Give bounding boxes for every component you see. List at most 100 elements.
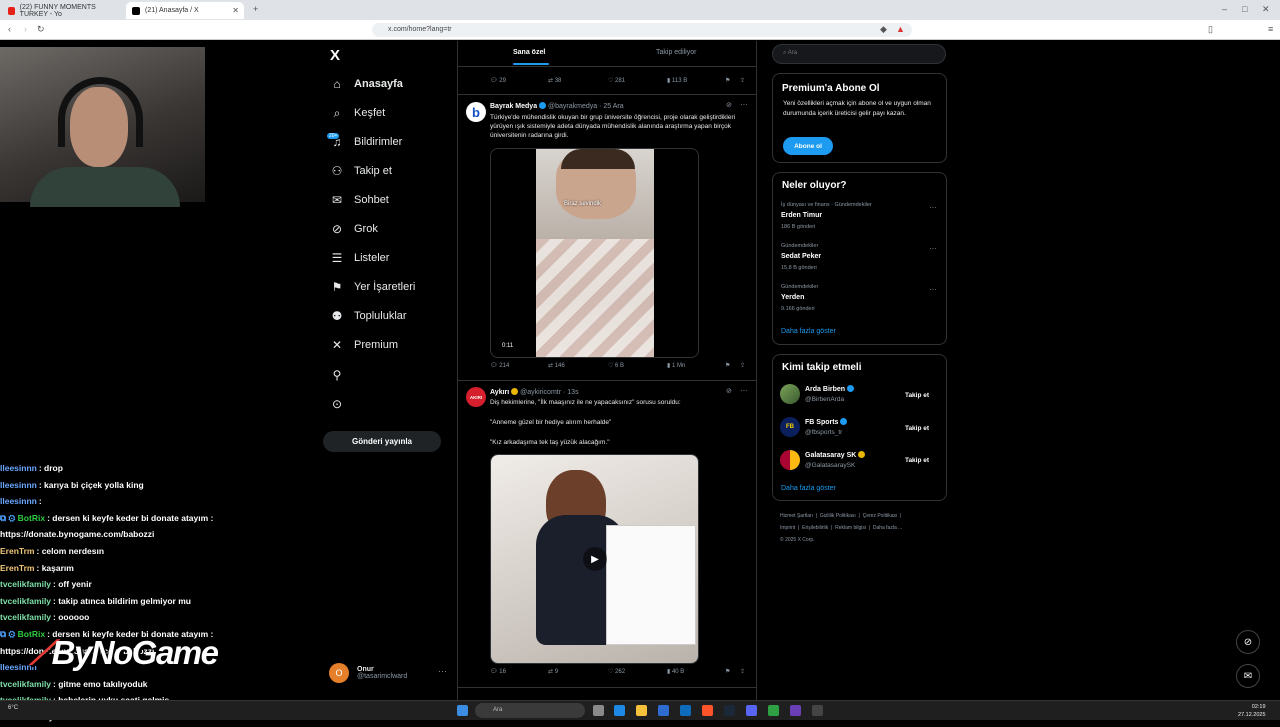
more-dots-icon[interactable]: ··· [438,666,447,676]
close-tab-icon[interactable]: ✕ [232,6,239,15]
subscribe-button[interactable]: Abone ol [783,137,833,155]
more-dots-icon[interactable]: ··· [740,100,748,109]
back-icon[interactable]: ‹ [8,24,11,34]
account-switcher[interactable]: O Onur @tasarimclward [329,663,407,683]
share-icon[interactable]: ⇪ [740,77,745,84]
chat-username[interactable]: lleesinnn [0,463,37,473]
grok-fab[interactable]: ⊘ [1236,630,1260,654]
post-avatar[interactable]: b [466,102,486,122]
brave-shield-icon[interactable]: ◆ [880,24,887,35]
repost-action[interactable]: ⇄ 9 [548,668,558,675]
follow-name[interactable]: Arda Birben [805,385,855,393]
follow-name[interactable]: Galatasaray SK [805,451,866,459]
reload-icon[interactable]: ↻ [37,24,45,35]
grok-icon[interactable]: ⊘ [726,387,732,395]
footer-link[interactable]: Gizlilik Politikası [820,513,856,519]
chat-username[interactable]: ErenTrm [0,546,35,556]
avatar[interactable] [780,384,800,404]
share-icon[interactable]: ⇪ [740,668,745,675]
minimize-button[interactable]: – [1222,4,1227,14]
taskbar-clock[interactable]: 02:19 27.12.2025 [1238,703,1266,719]
forward-icon[interactable]: › [24,24,27,34]
views-action[interactable]: ▮ 40 B [667,668,684,675]
mail-app-icon[interactable] [680,705,691,716]
more-dots-icon[interactable]: ··· [929,203,937,212]
messages-fab[interactable]: ✉ [1236,664,1260,688]
tab-for-you[interactable]: Sana özel [513,49,545,56]
chat-username[interactable]: tvcelikfamily [0,679,51,689]
views-action[interactable]: ▮ 113 B [667,77,687,84]
menu-icon[interactable]: ≡ [1268,24,1273,34]
post-video[interactable]: Biraz sevindik 0:11 [490,148,699,358]
footer-link[interactable]: Daha fazla ... [873,525,902,531]
chat-username[interactable]: ErenTrm [0,563,35,573]
nav-notifications[interactable]: ♫ Bildirimler [330,132,403,152]
like-action[interactable]: ♡ 262 [608,668,625,675]
obs-icon[interactable] [790,705,801,716]
chat-username[interactable]: lleesinnn [0,480,37,490]
post-avatar[interactable]: AKIRI [466,387,486,407]
bookmark-icon[interactable]: ⚑ [725,362,730,369]
footer-link[interactable]: Çerez Politikası [863,513,898,519]
nav-more[interactable]: ⊙ [330,394,354,414]
like-action[interactable]: ♡ 6 B [608,362,624,369]
more-dots-icon[interactable]: ··· [929,244,937,253]
avatar[interactable]: FB [780,417,800,437]
reply-action[interactable]: 💬︎ 29 [490,77,506,84]
grok-icon[interactable]: ⊘ [726,101,732,109]
nav-lists[interactable]: ☰ Listeler [330,248,390,268]
sidebar-toggle-icon[interactable]: ▯ [1208,24,1213,35]
follow-button[interactable]: Takip et [896,387,938,403]
tab-following[interactable]: Takip ediliyor [656,49,696,56]
footer-link[interactable]: Imprint [780,525,795,531]
close-window-button[interactable]: ✕ [1262,4,1270,15]
trend-item[interactable]: Erden Timur [781,212,822,219]
views-action[interactable]: ▮ 1 Mn [667,362,685,369]
post-author[interactable]: Bayrak Medya @bayrakmedya · 25 Ara [490,102,624,110]
taskbar-search[interactable]: Ara [475,703,585,718]
footer-link[interactable]: Hizmet Şartları [780,513,813,519]
nav-follow[interactable]: ⚇ Takip et [330,161,392,181]
repost-action[interactable]: ⇄ 146 [548,362,565,369]
footer-link[interactable]: Erişilebilirlik [802,525,828,531]
post-video[interactable]: ▶ [490,454,699,664]
new-tab-button[interactable]: + [253,4,258,14]
tab-youtube[interactable]: (22) FUNNY MOMENTS TURKEY - Yo [2,2,120,19]
nav-premium[interactable]: ✕ Premium [330,335,398,355]
bookmark-icon[interactable]: ⚑ [725,668,730,675]
discord-icon[interactable] [746,705,757,716]
bookmark-icon[interactable]: ⚑ [725,77,730,84]
edge-icon[interactable] [614,705,625,716]
store-icon[interactable] [658,705,669,716]
brave-rewards-icon[interactable]: ▲ [896,24,905,34]
post-button[interactable]: Gönderi yayınla [323,431,441,452]
nav-explore[interactable]: ⌕ Keşfet [330,103,386,123]
footer-link[interactable]: Reklam bilgisi [835,525,866,531]
chat-username[interactable]: tvcelikfamily [0,596,51,606]
app-icon[interactable] [768,705,779,716]
steam-icon[interactable] [724,705,735,716]
post-author[interactable]: Aykırı @aykiricomtr · 13s [490,388,579,396]
like-action[interactable]: ♡ 281 [608,77,625,84]
nav-bookmarks[interactable]: ⚑ Yer İşaretleri [330,277,416,297]
maximize-button[interactable]: □ [1242,4,1247,14]
tab-x-home[interactable]: (21) Anasayfa / X ✕ [126,2,244,19]
reply-action[interactable]: 💬︎ 214 [490,362,509,369]
nav-grok[interactable]: ⊘ Grok [330,219,378,239]
url-field[interactable]: x.com/home?lang=tr [372,23,912,37]
nav-profile[interactable]: ⚲ [330,365,354,385]
weather-widget[interactable]: 6°C [8,705,18,711]
show-more-link[interactable]: Daha fazla göster [781,485,836,492]
show-more-link[interactable]: Daha fazla göster [781,328,836,335]
avatar[interactable] [780,450,800,470]
more-dots-icon[interactable]: ··· [929,285,937,294]
share-icon[interactable]: ⇪ [740,362,745,369]
repost-action[interactable]: ⇄ 38 [548,77,561,84]
task-view-icon[interactable] [593,705,604,716]
more-dots-icon[interactable]: ··· [740,386,748,395]
brave-icon[interactable] [702,705,713,716]
trend-item[interactable]: Sedat Peker [781,253,821,260]
trend-item[interactable]: Yerden [781,294,804,301]
chat-username[interactable]: BotRix [18,513,45,523]
chat-username[interactable]: tvcelikfamily [0,579,51,589]
